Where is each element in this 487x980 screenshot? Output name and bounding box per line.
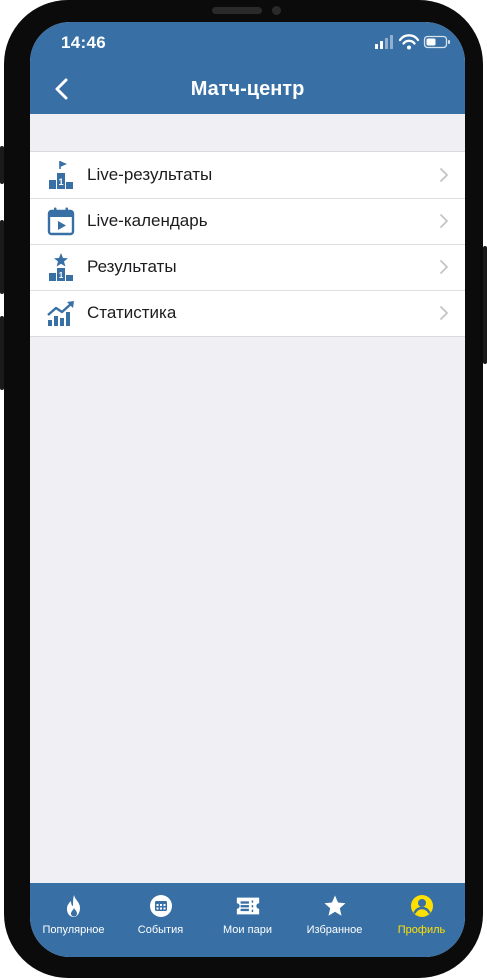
tab-label: Избранное — [306, 924, 363, 936]
chevron-right-icon — [440, 260, 448, 274]
chevron-right-icon — [440, 306, 448, 320]
tab-label: Мои пари — [223, 924, 272, 936]
app-screen: 14:46 Матч-центр 1 Live-результаты Live-… — [30, 22, 465, 957]
tab-label: Популярное — [42, 924, 105, 936]
calendar-play-icon — [46, 206, 76, 236]
svg-text:1: 1 — [59, 271, 64, 280]
menu-item-results[interactable]: 1 Результаты — [30, 244, 465, 290]
podium-flag-icon: 1 — [46, 160, 76, 190]
tab-events[interactable]: События — [117, 883, 204, 957]
ticket-icon — [235, 893, 261, 919]
flame-icon — [61, 893, 87, 919]
tab-profile[interactable]: Профиль — [378, 883, 465, 957]
speaker-grille — [212, 7, 262, 14]
mute-switch — [0, 146, 4, 184]
front-camera — [272, 6, 281, 15]
power-button — [483, 246, 487, 364]
tab-label: События — [137, 924, 184, 936]
volume-down-button — [0, 316, 4, 390]
menu-item-live-results[interactable]: 1 Live-результаты — [30, 152, 465, 198]
tab-label: Профиль — [397, 924, 446, 936]
podium-star-icon: 1 — [46, 252, 76, 282]
svg-text:1: 1 — [58, 177, 63, 187]
calendar-icon — [148, 893, 174, 919]
volume-up-button — [0, 220, 4, 294]
nav-header: 14:46 Матч-центр — [30, 22, 465, 114]
chart-trend-icon — [46, 298, 76, 328]
menu-item-label: Результаты — [87, 257, 177, 276]
tab-my-bets[interactable]: Мои пари — [204, 883, 291, 957]
menu-item-label: Live-результаты — [87, 165, 213, 184]
menu-item-statistics[interactable]: Статистика — [30, 290, 465, 336]
page-title: Матч-центр — [190, 78, 305, 100]
star-icon — [322, 893, 348, 919]
match-center-menu: 1 Live-результаты Live-календарь 1 Резул… — [30, 151, 465, 337]
user-icon — [409, 893, 435, 919]
status-icons — [375, 34, 451, 50]
chevron-right-icon — [440, 168, 448, 182]
bottom-tab-bar: Популярное События Мои пари Избранное Пр… — [30, 883, 465, 957]
tab-favorites[interactable]: Избранное — [291, 883, 378, 957]
phone-frame: 14:46 Матч-центр 1 Live-результаты Live-… — [0, 0, 487, 978]
menu-item-label: Статистика — [87, 303, 177, 322]
chevron-right-icon — [440, 214, 448, 228]
battery-icon — [423, 35, 450, 49]
status-time: 14:46 — [61, 33, 106, 52]
wifi-icon — [398, 34, 420, 50]
cellular-signal-icon — [375, 35, 393, 49]
tab-popular[interactable]: Популярное — [30, 883, 117, 957]
menu-item-label: Live-календарь — [87, 211, 208, 230]
menu-item-live-calendar[interactable]: Live-календарь — [30, 198, 465, 244]
